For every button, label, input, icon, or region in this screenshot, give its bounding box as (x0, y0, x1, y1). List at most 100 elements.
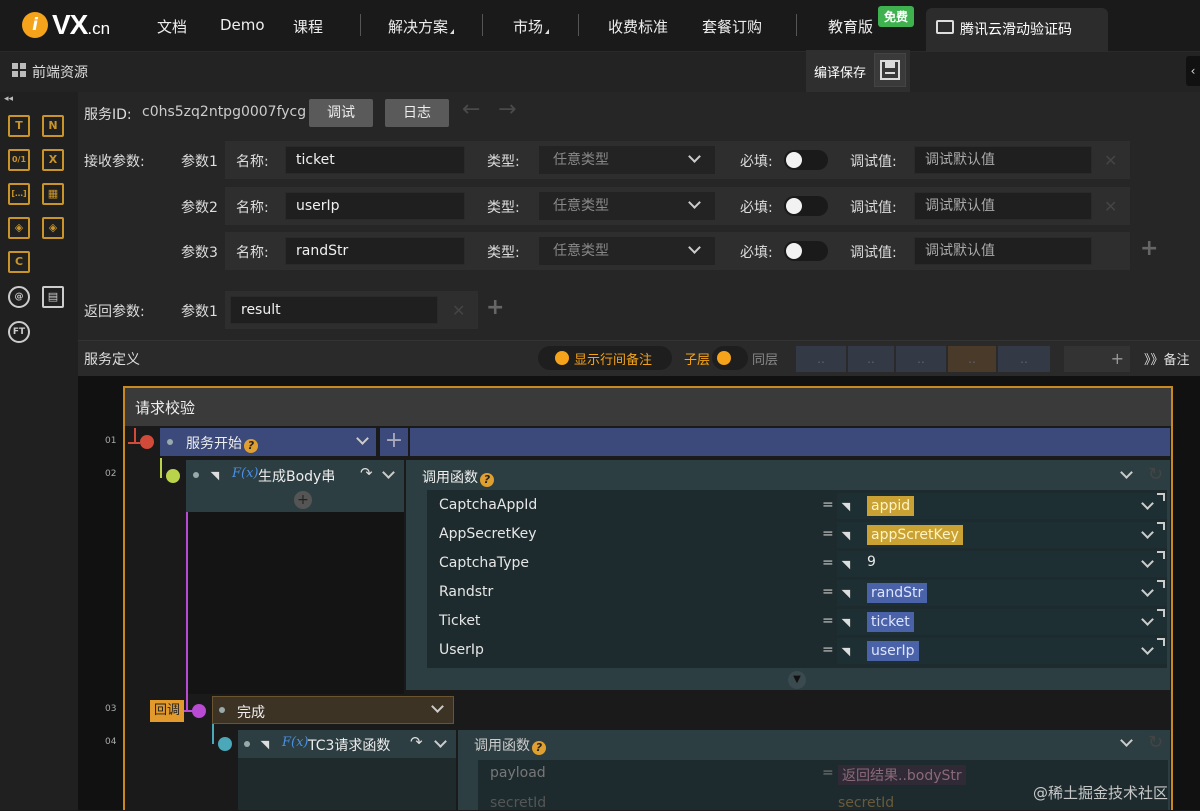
datagrid-icon[interactable]: ▤ (42, 286, 64, 308)
caret-icon (450, 29, 455, 34)
arg-value-tag[interactable]: secretId (838, 795, 894, 811)
call-function-text: 调用函数 (474, 738, 530, 754)
arg-value-field[interactable]: 9 (837, 551, 1167, 577)
arg-value-field[interactable]: appid (837, 493, 1167, 519)
tc3-node[interactable]: F(x) TC3请求函数 ↷ (238, 730, 456, 758)
help-icon[interactable]: ? (480, 473, 494, 487)
redo-icon[interactable]: → (498, 97, 516, 122)
add-return-icon[interactable]: + (486, 295, 504, 320)
add-child-icon[interactable]: + (294, 491, 312, 509)
delete-icon[interactable]: ✕ (1104, 197, 1117, 216)
tab-label: 腾讯云滑动验证码 (960, 22, 1072, 38)
expand-icon[interactable] (1157, 580, 1165, 588)
collapse-icon[interactable]: ◂◂ (4, 94, 13, 104)
nav-education[interactable]: 教育版 (828, 16, 873, 37)
param-type-select[interactable]: 任意类型 (539, 146, 715, 174)
arg-value-field[interactable]: appScretKey (837, 522, 1167, 548)
body-node[interactable]: F(x) 生成Body串 ↷ (186, 460, 404, 490)
chevron-down-icon[interactable] (1141, 555, 1154, 568)
text-icon[interactable]: T (8, 115, 30, 137)
chevron-down-icon[interactable] (1141, 642, 1154, 655)
ghost-button[interactable]: .. (796, 346, 846, 372)
arg-value-field[interactable]: randStr (837, 580, 1167, 606)
param-name-input[interactable]: ticket (285, 146, 465, 174)
chevron-down-icon[interactable] (1141, 526, 1154, 539)
return-param-input[interactable]: result (230, 296, 438, 324)
expand-icon[interactable] (1157, 522, 1165, 530)
collapse-node-icon[interactable] (218, 737, 232, 751)
arg-value-field[interactable]: ticket (837, 609, 1167, 635)
constant-icon[interactable]: C (8, 251, 30, 273)
array-icon[interactable]: […] (8, 183, 30, 205)
layer-toggle[interactable] (712, 346, 748, 370)
nav-courses[interactable]: 课程 (293, 16, 323, 37)
undo-icon[interactable]: ← (462, 97, 480, 122)
expand-icon[interactable] (1157, 551, 1165, 559)
delete-icon[interactable]: ✕ (452, 301, 465, 320)
table-icon[interactable]: ▦ (42, 183, 64, 205)
ghost-button[interactable]: .. (948, 346, 996, 372)
chevron-down-icon[interactable] (1141, 584, 1154, 597)
logo-icon[interactable]: i (22, 12, 48, 38)
right-panel-toggle[interactable]: ‹ (1186, 56, 1200, 86)
nav-pricing[interactable]: 收费标准 (608, 16, 668, 37)
child-layer-label[interactable]: 子层 (684, 349, 710, 368)
param-type-select[interactable]: 任意类型 (539, 192, 715, 220)
test-value-input[interactable]: 调试默认值 (914, 237, 1092, 265)
ghost-button[interactable]: .. (896, 346, 946, 372)
add-param-icon[interactable]: + (1140, 236, 1158, 261)
help-icon[interactable]: ? (532, 741, 546, 755)
nav-market[interactable]: 市场 (513, 16, 550, 37)
test-value-input[interactable]: 调试默认值 (914, 192, 1092, 220)
collapse-node-icon[interactable] (192, 704, 206, 718)
add-icon[interactable]: + (380, 428, 408, 456)
notes-toggle[interactable]: 》》备注 (1144, 349, 1190, 368)
refresh-icon[interactable]: ↻ (1148, 732, 1163, 753)
show-notes-toggle[interactable]: 显示行间备注 (538, 346, 672, 370)
objects-icon[interactable]: ◈ (42, 217, 64, 239)
required-toggle[interactable] (784, 241, 828, 261)
param-name-input[interactable]: randStr (285, 237, 465, 265)
save-icon[interactable] (874, 53, 906, 87)
chevron-down-icon[interactable] (1141, 497, 1154, 510)
start-node[interactable]: 服务开始? (160, 428, 376, 456)
required-toggle[interactable] (784, 150, 828, 170)
arg-value-tag[interactable]: 返回结果..bodyStr (838, 765, 966, 785)
nav-plans[interactable]: 套餐订购 (702, 16, 762, 37)
param-name-input[interactable]: userIp (285, 192, 465, 220)
log-button[interactable]: 日志 (385, 99, 449, 127)
variable-icon[interactable]: X (42, 149, 64, 171)
ghost-button[interactable]: .. (848, 346, 894, 372)
test-value-input[interactable]: 调试默认值 (914, 146, 1092, 174)
add-node-button[interactable]: + (1064, 346, 1130, 372)
collapse-node-icon[interactable] (166, 469, 180, 483)
redirect-icon[interactable]: ↷ (410, 733, 423, 751)
nav-docs[interactable]: 文档 (157, 16, 187, 37)
redirect-icon[interactable]: ↷ (360, 464, 373, 482)
same-layer-label[interactable]: 同层 (752, 349, 778, 368)
logo[interactable]: VX.cn (52, 9, 110, 41)
expand-icon[interactable] (1157, 609, 1165, 617)
ft-icon[interactable]: FT (8, 321, 30, 343)
tab-tencent-captcha[interactable]: 腾讯云滑动验证码 (926, 8, 1108, 52)
done-node[interactable]: 完成 (212, 696, 454, 724)
required-toggle[interactable] (784, 196, 828, 216)
refresh-icon[interactable]: ↻ (1148, 464, 1163, 485)
expand-icon[interactable] (1157, 493, 1165, 501)
ghost-button[interactable]: .. (998, 346, 1050, 372)
collapse-node-icon[interactable] (140, 435, 154, 449)
at-icon[interactable]: @ (8, 286, 30, 308)
arg-value-field[interactable]: userIp (837, 638, 1167, 664)
delete-icon[interactable]: ✕ (1104, 151, 1117, 170)
expand-icon[interactable] (1157, 638, 1165, 646)
nav-demo[interactable]: Demo (220, 16, 265, 34)
number-icon[interactable]: N (42, 115, 64, 137)
boolean-icon[interactable]: 0/1 (8, 149, 30, 171)
param-type-select[interactable]: 任意类型 (539, 237, 715, 265)
help-icon[interactable]: ? (244, 439, 258, 453)
collapse-args-icon[interactable]: ▼ (788, 671, 806, 689)
debug-button[interactable]: 调试 (309, 99, 373, 127)
object-icon[interactable]: ◈ (8, 217, 30, 239)
chevron-down-icon[interactable] (1141, 613, 1154, 626)
nav-solutions[interactable]: 解决方案 (388, 16, 455, 37)
